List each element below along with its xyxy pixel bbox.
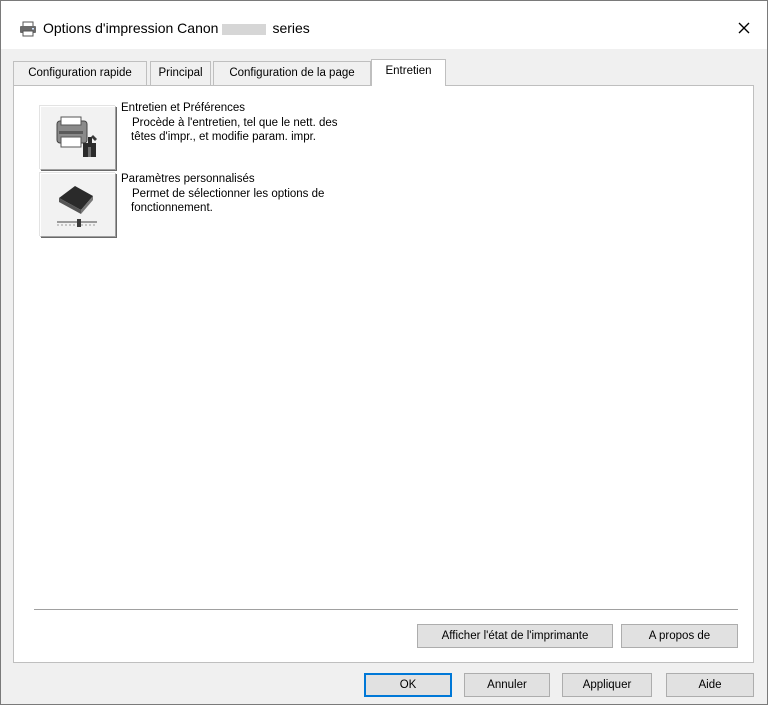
tab-entretien[interactable]: Entretien — [371, 59, 446, 86]
close-icon — [738, 22, 750, 34]
cancel-button[interactable]: Annuler — [464, 673, 550, 697]
tab-configuration-rapide[interactable]: Configuration rapide — [13, 61, 147, 85]
ok-button[interactable]: OK — [364, 673, 452, 697]
description-line: fonctionnement. — [131, 202, 213, 214]
help-button[interactable]: Aide — [666, 673, 754, 697]
title-bar: Options d'impression Canon series — [1, 1, 767, 49]
custom-settings-button[interactable] — [40, 173, 116, 237]
close-button[interactable] — [731, 15, 757, 41]
printer-icon — [20, 21, 36, 37]
description-line: Permet de sélectionner les options de — [132, 188, 325, 200]
window-title: Options d'impression Canon series — [43, 20, 310, 36]
apply-button[interactable]: Appliquer — [562, 673, 652, 697]
custom-settings-title: Paramètres personnalisés — [121, 173, 255, 185]
panel-separator — [34, 609, 738, 611]
redacted-model-name — [222, 23, 267, 35]
tab-label: Configuration rapide — [28, 67, 132, 79]
custom-settings-description: Permet de sélectionner les options de fo… — [131, 187, 392, 215]
description-line: Procède à l'entretien, tel que le nett. … — [132, 117, 338, 129]
tab-label: Principal — [158, 67, 203, 79]
printer-status-button[interactable]: Afficher l'état de l'imprimante — [417, 624, 613, 648]
tab-label: Configuration de la page — [229, 67, 355, 79]
tab-principal[interactable]: Principal — [150, 61, 211, 85]
maintenance-preferences-button[interactable] — [40, 106, 116, 170]
maintenance-preferences-description: Procède à l'entretien, tel que le nett. … — [131, 116, 392, 144]
maintenance-preferences-title: Entretien et Préférences — [121, 102, 246, 114]
window-title-prefix: Options d'impression Canon — [43, 20, 219, 36]
window-title-suffix: series — [272, 20, 310, 36]
tab-label: Entretien — [385, 65, 432, 77]
tab-panel-entretien: Entretien et Préférences Procède à l'ent… — [13, 85, 754, 663]
print-options-dialog: Options d'impression Canon series Configu… — [0, 0, 768, 705]
printer-maintenance-icon — [56, 116, 97, 157]
tab-configuration-page[interactable]: Configuration de la page — [213, 61, 371, 85]
custom-settings-icon — [57, 186, 97, 227]
description-line: têtes d'impr., et modifie param. impr. — [131, 131, 316, 143]
about-button[interactable]: A propos de — [621, 624, 738, 648]
